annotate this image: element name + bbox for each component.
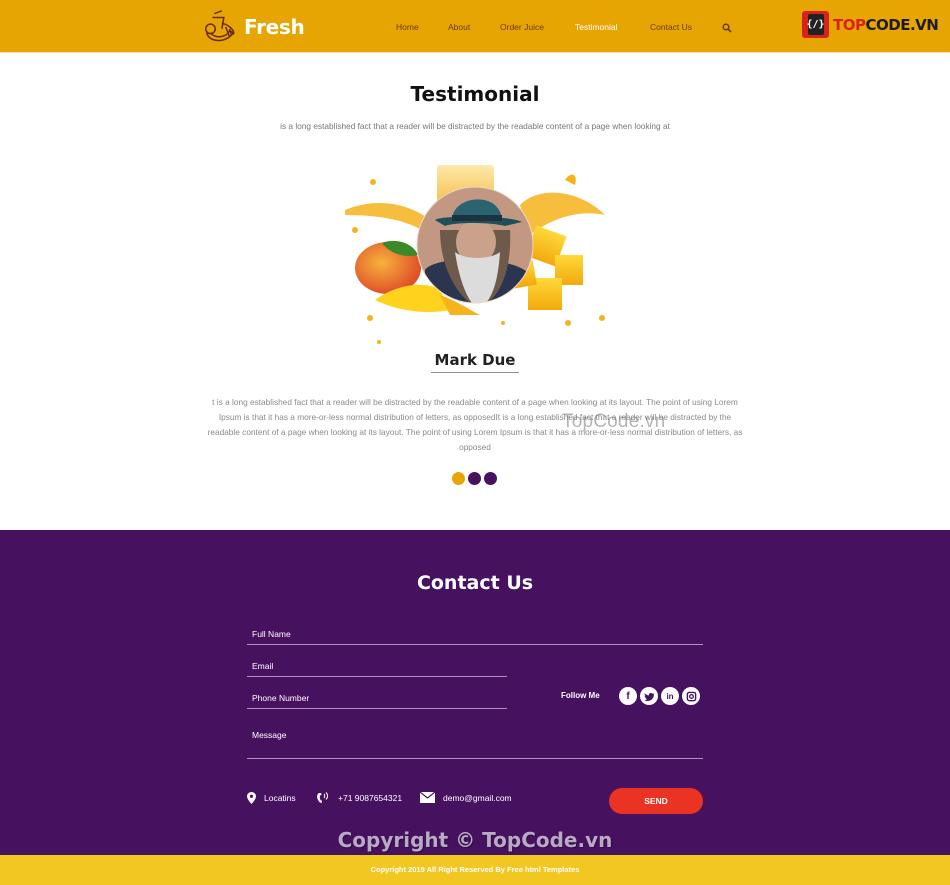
search-icon[interactable] — [722, 23, 732, 33]
twitter-icon[interactable] — [640, 687, 658, 705]
send-button[interactable]: SEND — [609, 788, 703, 814]
testimonial-person: Mark Due — [0, 350, 950, 373]
copyright-watermark: Copyright © TopCode.vn — [337, 828, 613, 852]
person-name: Mark Due — [430, 351, 520, 373]
header: Fresh Home About Order Juice Testimonial… — [0, 0, 950, 53]
logo[interactable]: Fresh — [201, 8, 305, 46]
contact-title: Contact Us — [416, 572, 534, 594]
footer-copyright: Copyright 2019 All Right Reserved By Fre… — [370, 865, 580, 874]
phone-input[interactable] — [247, 687, 507, 709]
email-envelope-icon — [420, 792, 435, 803]
email-input[interactable] — [247, 655, 507, 677]
topcode-badge-icon: {/} — [802, 11, 829, 38]
facebook-icon[interactable]: f — [619, 687, 637, 705]
full-name-input[interactable] — [247, 623, 703, 645]
testimonial-subtitle: is a long established fact that a reader… — [280, 121, 670, 131]
testimonial-image — [345, 165, 605, 344]
nav-order-juice[interactable]: Order Juice — [500, 22, 544, 32]
topcode-watermark-logo: {/} TOPCODE.VN — [802, 11, 939, 38]
follow-label: Follow Me — [561, 691, 600, 700]
contact-section: Contact Us Follow Me f in Locatins +71 9… — [0, 530, 950, 855]
topcode-text: TOPCODE.VN — [833, 15, 939, 34]
location-text: Locatins — [264, 793, 296, 803]
email-field-wrap — [247, 654, 507, 677]
carousel-indicators — [452, 472, 497, 485]
carousel-dot-2[interactable] — [468, 472, 481, 485]
juice-logo-icon — [204, 10, 235, 42]
topcode-watermark-text: TopCode.vn — [562, 411, 666, 432]
message-textarea[interactable] — [247, 725, 703, 758]
nav-testimonial[interactable]: Testimonial — [575, 22, 618, 32]
email-text: demo@gmail.com — [443, 792, 512, 803]
nav-about[interactable]: About — [448, 22, 470, 32]
phone-text: +71 9087654321 — [338, 793, 403, 803]
full-name-field-wrap — [247, 622, 703, 645]
footer: Copyright 2019 All Right Reserved By Fre… — [0, 855, 950, 885]
message-field-wrap — [247, 725, 703, 759]
nav-home[interactable]: Home — [396, 22, 419, 32]
instagram-camera-glyph — [686, 691, 696, 701]
linkedin-icon[interactable]: in — [661, 687, 679, 705]
email-info: demo@gmail.com — [420, 792, 512, 803]
twitter-bird-glyph — [643, 692, 654, 701]
nav-contact-us[interactable]: Contact Us — [650, 22, 692, 32]
brand-name: Fresh — [244, 15, 305, 39]
social-links: f in — [619, 687, 700, 705]
location-info: Locatins — [247, 792, 296, 804]
carousel-dot-3[interactable] — [484, 472, 497, 485]
testimonial-title: Testimonial — [410, 82, 540, 106]
carousel-dot-1[interactable] — [452, 472, 465, 485]
location-pin-icon — [247, 792, 256, 804]
instagram-icon[interactable] — [682, 687, 700, 705]
phone-field-wrap — [247, 686, 507, 709]
phone-icon — [317, 792, 328, 803]
phone-info: +71 9087654321 — [316, 792, 402, 804]
